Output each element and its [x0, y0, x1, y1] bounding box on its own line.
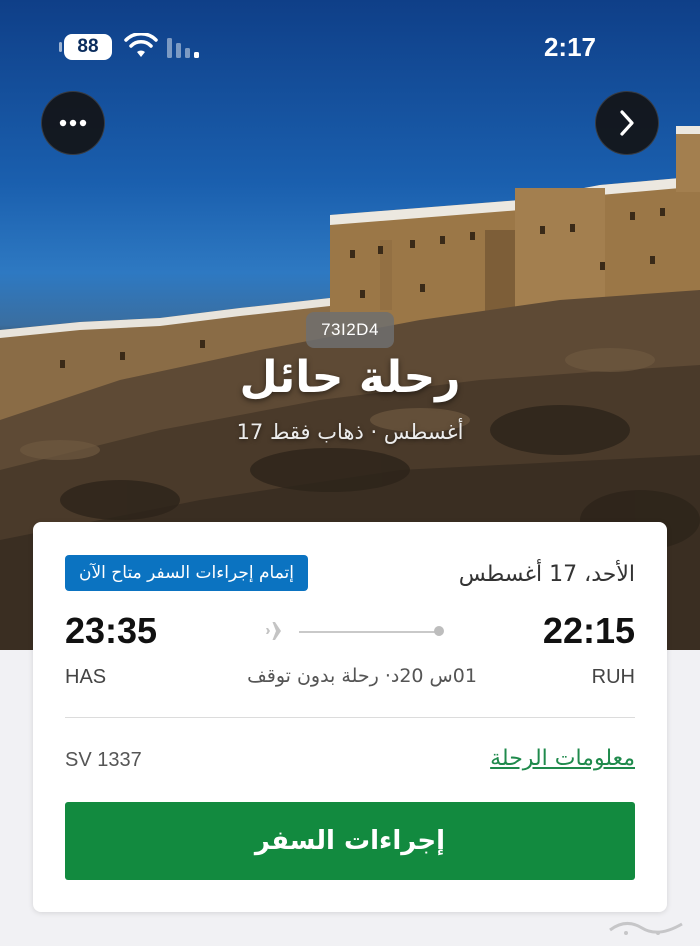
checkin-button[interactable]: إجراءات السفر	[65, 802, 635, 880]
route-line	[299, 631, 439, 633]
flight-duration: 01س 20د· رحلة بدون توقف	[247, 665, 477, 687]
wifi-icon	[124, 33, 158, 57]
more-options-button[interactable]	[41, 91, 105, 155]
status-bar: 88 2:17	[0, 0, 700, 96]
card-divider	[65, 717, 635, 718]
battery-icon: 88	[59, 34, 112, 60]
plane-icon	[266, 622, 289, 640]
trip-subtitle: 17 أغسطس · ذهاب فقط	[236, 420, 464, 444]
flight-date: الأحد، 17 أغسطس	[458, 562, 635, 587]
signal-icon	[167, 38, 199, 58]
flight-card: الأحد، 17 أغسطس إتمام إجراءات السفر متاح…	[33, 522, 667, 912]
watermark-logo	[609, 922, 683, 935]
arrival-time: 23:35	[65, 610, 158, 651]
trip-title: رحلة حائل	[239, 352, 461, 403]
arrival-airport-code: HAS	[65, 666, 107, 688]
departure-time: 22:15	[542, 610, 635, 651]
status-time: 2:17	[543, 32, 596, 62]
booking-reference-badge: 73I2D4	[306, 312, 394, 348]
flight-info-link[interactable]: معلومات الرحلة	[490, 746, 635, 771]
flight-number: SV 1337	[65, 749, 142, 771]
more-icon	[59, 119, 87, 127]
checkin-available-badge: إتمام إجراءات السفر متاح الآن	[65, 555, 308, 591]
departure-airport-code: RUH	[591, 666, 635, 688]
next-button[interactable]	[595, 91, 659, 155]
route-origin-dot	[434, 626, 444, 636]
chevron-right-icon	[620, 110, 634, 136]
